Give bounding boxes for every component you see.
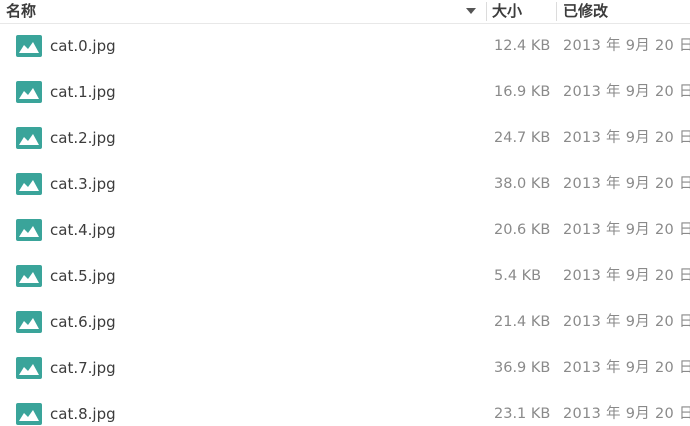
- file-name: cat.1.jpg: [50, 83, 116, 101]
- image-file-icon: [16, 35, 42, 57]
- column-header-modified[interactable]: 已修改: [563, 0, 690, 23]
- file-modified-date: 2013 年 9月 20 日: [563, 38, 690, 54]
- file-size: 24.7 KB: [494, 130, 551, 146]
- file-row[interactable]: cat.0.jpg 12.4 KB 2013 年 9月 20 日: [0, 23, 690, 69]
- column-header-size-label: 大小: [492, 2, 523, 20]
- file-size: 12.4 KB: [494, 38, 551, 54]
- file-row[interactable]: cat.8.jpg 23.1 KB 2013 年 9月 20 日: [0, 391, 690, 426]
- image-file-icon: [16, 127, 42, 149]
- sort-descending-arrow-icon[interactable]: [466, 8, 476, 14]
- file-modified-date: 2013 年 9月 20 日: [563, 222, 690, 238]
- file-name: cat.7.jpg: [50, 359, 116, 377]
- image-file-icon: [16, 265, 42, 287]
- file-row[interactable]: cat.7.jpg 36.9 KB 2013 年 9月 20 日: [0, 345, 690, 391]
- file-name: cat.8.jpg: [50, 405, 116, 423]
- column-header-name[interactable]: 名称: [6, 0, 484, 23]
- file-name: cat.3.jpg: [50, 175, 116, 193]
- file-row[interactable]: cat.3.jpg 38.0 KB 2013 年 9月 20 日: [0, 161, 690, 207]
- file-name: cat.4.jpg: [50, 221, 116, 239]
- file-modified-date: 2013 年 9月 20 日: [563, 176, 690, 192]
- image-file-icon: [16, 219, 42, 241]
- image-file-icon: [16, 357, 42, 379]
- file-size: 23.1 KB: [494, 406, 551, 422]
- file-row[interactable]: cat.2.jpg 24.7 KB 2013 年 9月 20 日: [0, 115, 690, 161]
- file-modified-date: 2013 年 9月 20 日: [563, 406, 690, 422]
- image-file-icon: [16, 403, 42, 425]
- image-file-icon: [16, 173, 42, 195]
- file-row[interactable]: cat.1.jpg 16.9 KB 2013 年 9月 20 日: [0, 69, 690, 115]
- file-name: cat.6.jpg: [50, 313, 116, 331]
- file-size: 5.4 KB: [494, 268, 542, 284]
- file-list-view: 名称 大小 已修改 cat.0.jpg 12.4 KB 2013 年 9月 20 日…: [0, 0, 690, 426]
- column-header-name-label: 名称: [6, 2, 37, 20]
- column-header-bar: 名称 大小 已修改: [0, 0, 690, 24]
- column-divider[interactable]: [556, 2, 557, 21]
- file-modified-date: 2013 年 9月 20 日: [563, 360, 690, 376]
- file-name: cat.5.jpg: [50, 267, 116, 285]
- file-modified-date: 2013 年 9月 20 日: [563, 130, 690, 146]
- column-header-size[interactable]: 大小: [492, 0, 554, 23]
- file-size: 16.9 KB: [494, 84, 551, 100]
- column-header-modified-label: 已修改: [563, 2, 609, 20]
- file-name: cat.0.jpg: [50, 37, 116, 55]
- file-name: cat.2.jpg: [50, 129, 116, 147]
- file-modified-date: 2013 年 9月 20 日: [563, 268, 690, 284]
- column-divider[interactable]: [486, 2, 487, 21]
- file-size: 20.6 KB: [494, 222, 551, 238]
- file-size: 36.9 KB: [494, 360, 551, 376]
- file-modified-date: 2013 年 9月 20 日: [563, 84, 690, 100]
- file-row[interactable]: cat.4.jpg 20.6 KB 2013 年 9月 20 日: [0, 207, 690, 253]
- image-file-icon: [16, 81, 42, 103]
- file-row[interactable]: cat.5.jpg 5.4 KB 2013 年 9月 20 日: [0, 253, 690, 299]
- file-row[interactable]: cat.6.jpg 21.4 KB 2013 年 9月 20 日: [0, 299, 690, 345]
- image-file-icon: [16, 311, 42, 333]
- file-size: 21.4 KB: [494, 314, 551, 330]
- file-size: 38.0 KB: [494, 176, 551, 192]
- file-modified-date: 2013 年 9月 20 日: [563, 314, 690, 330]
